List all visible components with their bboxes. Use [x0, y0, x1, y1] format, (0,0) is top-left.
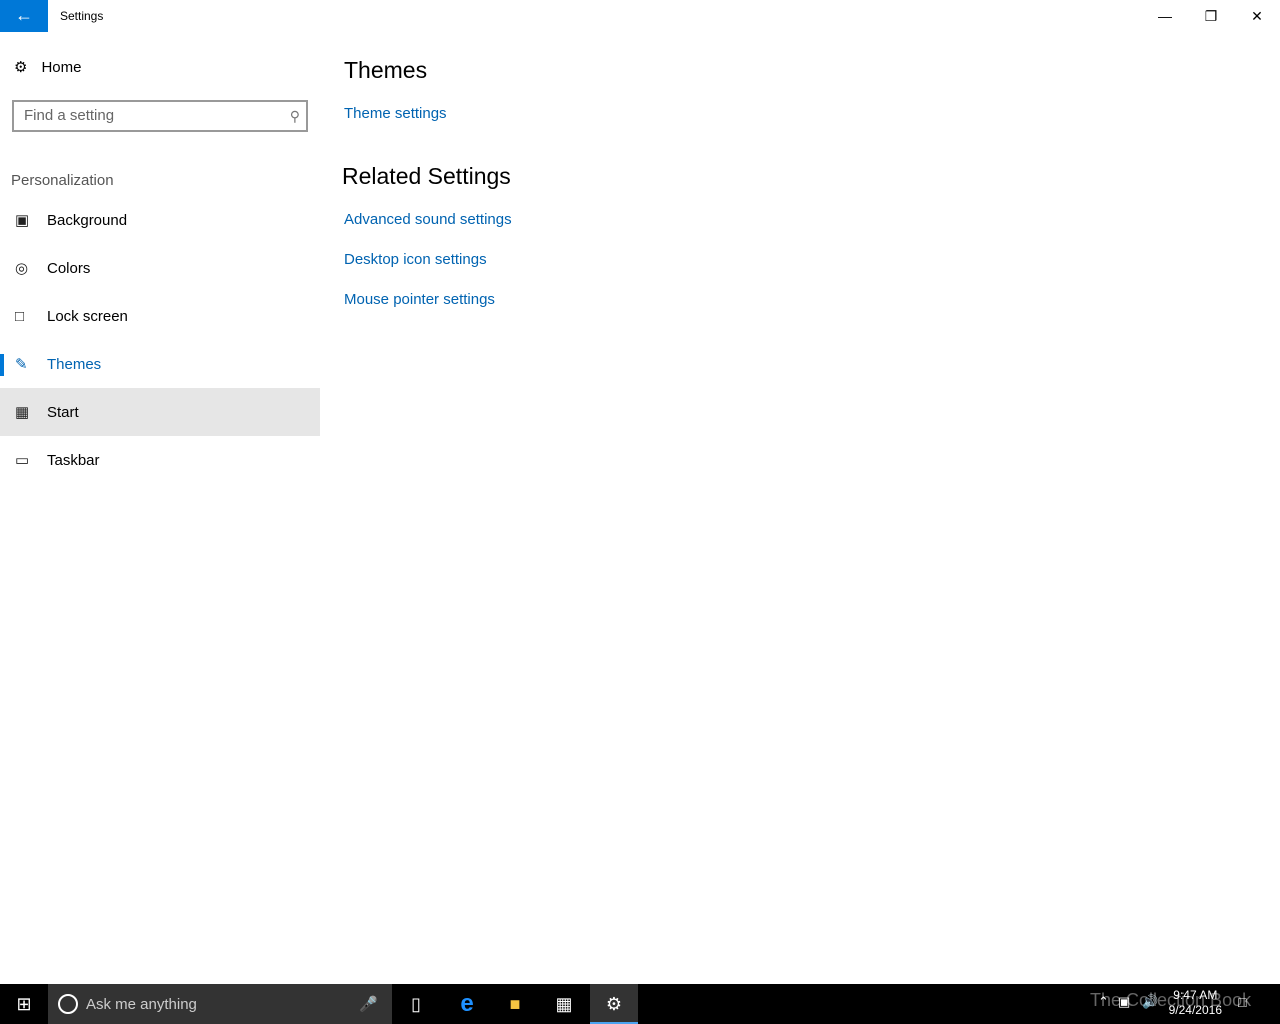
search-input[interactable]: Find a setting ⚲ [12, 100, 308, 132]
taskbar: ⊞ Ask me anything 🎤 ▯ e ■ ▦ ⚙ The Collect… [0, 984, 1280, 1024]
network-icon[interactable]: ▣ [1118, 994, 1130, 1010]
close-button[interactable]: ✕ [1234, 0, 1280, 32]
microphone-icon[interactable]: 🎤 [359, 995, 378, 1013]
lock-screen-icon: □ [15, 307, 25, 325]
cortana-icon [58, 994, 78, 1014]
show-hidden-icons[interactable]: ⌃ [1098, 994, 1109, 1010]
sidebar-item-colors[interactable]: ◎ Colors [0, 244, 320, 292]
restore-button[interactable]: ❐ [1188, 0, 1234, 32]
back-button[interactable]: ← [0, 0, 48, 32]
taskbar-icon: ▭ [15, 452, 30, 469]
palette-icon: ◎ [15, 260, 29, 277]
window-title: Settings [60, 9, 104, 23]
title-bar: ← Settings — ❐ ✕ [0, 0, 1280, 32]
sidebar-item-lock-screen[interactable]: □ Lock screen [0, 292, 320, 340]
volume-icon[interactable]: 🔊 [1142, 994, 1158, 1010]
clock[interactable]: 9:47 AM 9/24/2016 [1169, 988, 1222, 1018]
themes-icon: ✎ [15, 356, 28, 373]
file-explorer-icon[interactable]: ■ [491, 984, 539, 1024]
theme-settings-link[interactable]: Theme settings [344, 105, 447, 122]
search-icon[interactable]: ⚲ [290, 102, 300, 130]
advanced-sound-settings-link[interactable]: Advanced sound settings [344, 211, 512, 228]
section-label: Personalization [11, 172, 114, 189]
themes-heading: Themes [344, 57, 428, 83]
start-icon: ▦ [15, 404, 30, 421]
gear-icon: ⚙ [14, 59, 28, 76]
settings-taskbar-icon[interactable]: ⚙ [590, 984, 638, 1024]
action-center-icon[interactable]: □ [1238, 994, 1246, 1010]
related-settings-heading: Related Settings [342, 163, 511, 189]
windows-start-icon[interactable]: ⊞ [0, 984, 48, 1024]
home-button[interactable]: ⚙ Home [14, 58, 81, 77]
picture-icon: ▣ [15, 212, 30, 229]
task-view-icon[interactable]: ▯ [392, 984, 440, 1024]
desktop-icon-settings-link[interactable]: Desktop icon settings [344, 251, 487, 268]
store-icon[interactable]: ▦ [540, 984, 588, 1024]
sidebar-item-taskbar[interactable]: ▭ Taskbar [0, 436, 320, 484]
sidebar-item-background[interactable]: ▣ Background [0, 196, 320, 244]
minimize-button[interactable]: — [1142, 0, 1188, 32]
mouse-pointer-settings-link[interactable]: Mouse pointer settings [344, 291, 495, 308]
cortana-search-box[interactable]: Ask me anything 🎤 [48, 984, 392, 1024]
edge-icon[interactable]: e [443, 984, 491, 1024]
sidebar-item-themes[interactable]: ✎ Themes [0, 340, 320, 388]
sidebar-item-start[interactable]: ▦ Start [0, 388, 320, 436]
